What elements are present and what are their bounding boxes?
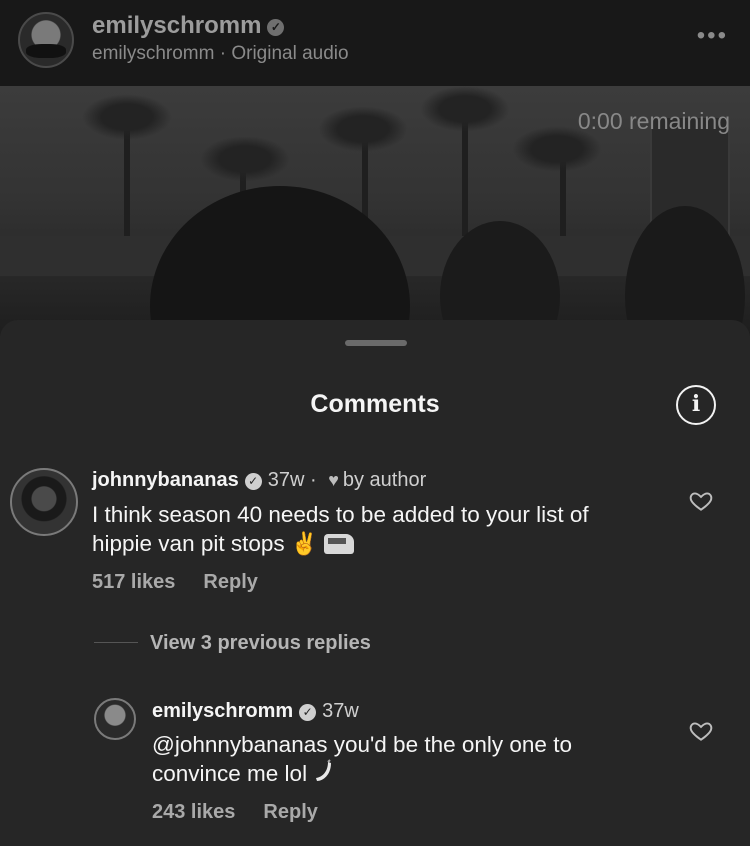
author-username-text[interactable]: emilyschromm <box>92 12 261 39</box>
video-scenery <box>318 106 408 152</box>
author-username[interactable]: emilyschromm ✓ <box>92 12 285 40</box>
minibus-emoji-icon <box>324 534 355 554</box>
audio-subtitle[interactable]: emilyschromm · Original audio <box>92 43 349 65</box>
comments-title: Comments <box>310 390 440 418</box>
video-scenery <box>82 94 172 140</box>
view-previous-replies[interactable]: View 3 previous replies <box>94 632 371 655</box>
heart-outline-icon[interactable] <box>688 718 714 744</box>
sheet-drag-handle[interactable] <box>345 340 407 346</box>
reply-header: emilyschromm ✓ 37w <box>152 700 359 723</box>
reply-text: @johnnybananas you'd be the only one to … <box>152 732 572 786</box>
reply-button[interactable]: Reply <box>203 571 257 593</box>
commenter-avatar[interactable] <box>10 468 78 536</box>
audio-subtitle-user: emilyschromm <box>92 43 215 64</box>
video-scenery <box>420 86 510 132</box>
heart-outline-icon[interactable] <box>688 488 714 514</box>
comment-separator: · <box>304 469 323 491</box>
comment-age: 37w <box>267 469 305 491</box>
divider-line <box>94 642 138 643</box>
info-icon[interactable]: i <box>676 385 716 425</box>
audio-name[interactable]: Original audio <box>231 43 348 64</box>
reply-button[interactable]: Reply <box>263 801 317 823</box>
reply-text-block: @johnnybananas you'd be the only one to … <box>152 730 652 788</box>
reply-avatar[interactable] <box>94 698 136 740</box>
video-scenery <box>150 186 410 336</box>
comment-actions: 517 likes Reply <box>92 571 286 594</box>
author-avatar[interactable] <box>18 12 74 68</box>
reply-age: 37w <box>322 700 359 722</box>
reply-actions: 243 likes Reply <box>152 801 346 824</box>
video-scenery <box>200 136 290 182</box>
reel-header: emilyschromm ✓ emilyschromm · Original au… <box>0 0 750 86</box>
peace-emoji-icon: ✌ <box>290 531 319 556</box>
comment-username[interactable]: johnnybananas <box>92 469 239 491</box>
verified-badge-icon: ✓ <box>244 473 262 490</box>
view-previous-replies-label[interactable]: View 3 previous replies <box>150 632 371 654</box>
verified-badge-icon: ✓ <box>267 19 285 36</box>
comments-sheet: Comments i johnnybananas ✓ 37w · ♥ by autho… <box>0 320 750 846</box>
comment-header: johnnybananas ✓ 37w · ♥ by author <box>92 469 426 492</box>
verified-badge-icon: ✓ <box>299 704 317 721</box>
more-horizontal-icon[interactable]: ••• <box>697 22 728 50</box>
video-player[interactable]: 0:00 remaining <box>0 86 750 336</box>
liked-by-author: by author <box>342 469 427 491</box>
time-remaining: 0:00 remaining <box>577 108 730 134</box>
heart-filled-icon: ♥ <box>328 470 339 490</box>
audio-subtitle-separator: · <box>214 43 232 64</box>
reply-username[interactable]: emilyschromm <box>152 700 293 722</box>
reply-likes-count[interactable]: 243 likes <box>152 801 235 823</box>
banana-emoji-icon <box>316 759 332 781</box>
comment-text-block: I think season 40 needs to be added to y… <box>92 500 652 558</box>
comment-likes-count[interactable]: 517 likes <box>92 571 175 593</box>
